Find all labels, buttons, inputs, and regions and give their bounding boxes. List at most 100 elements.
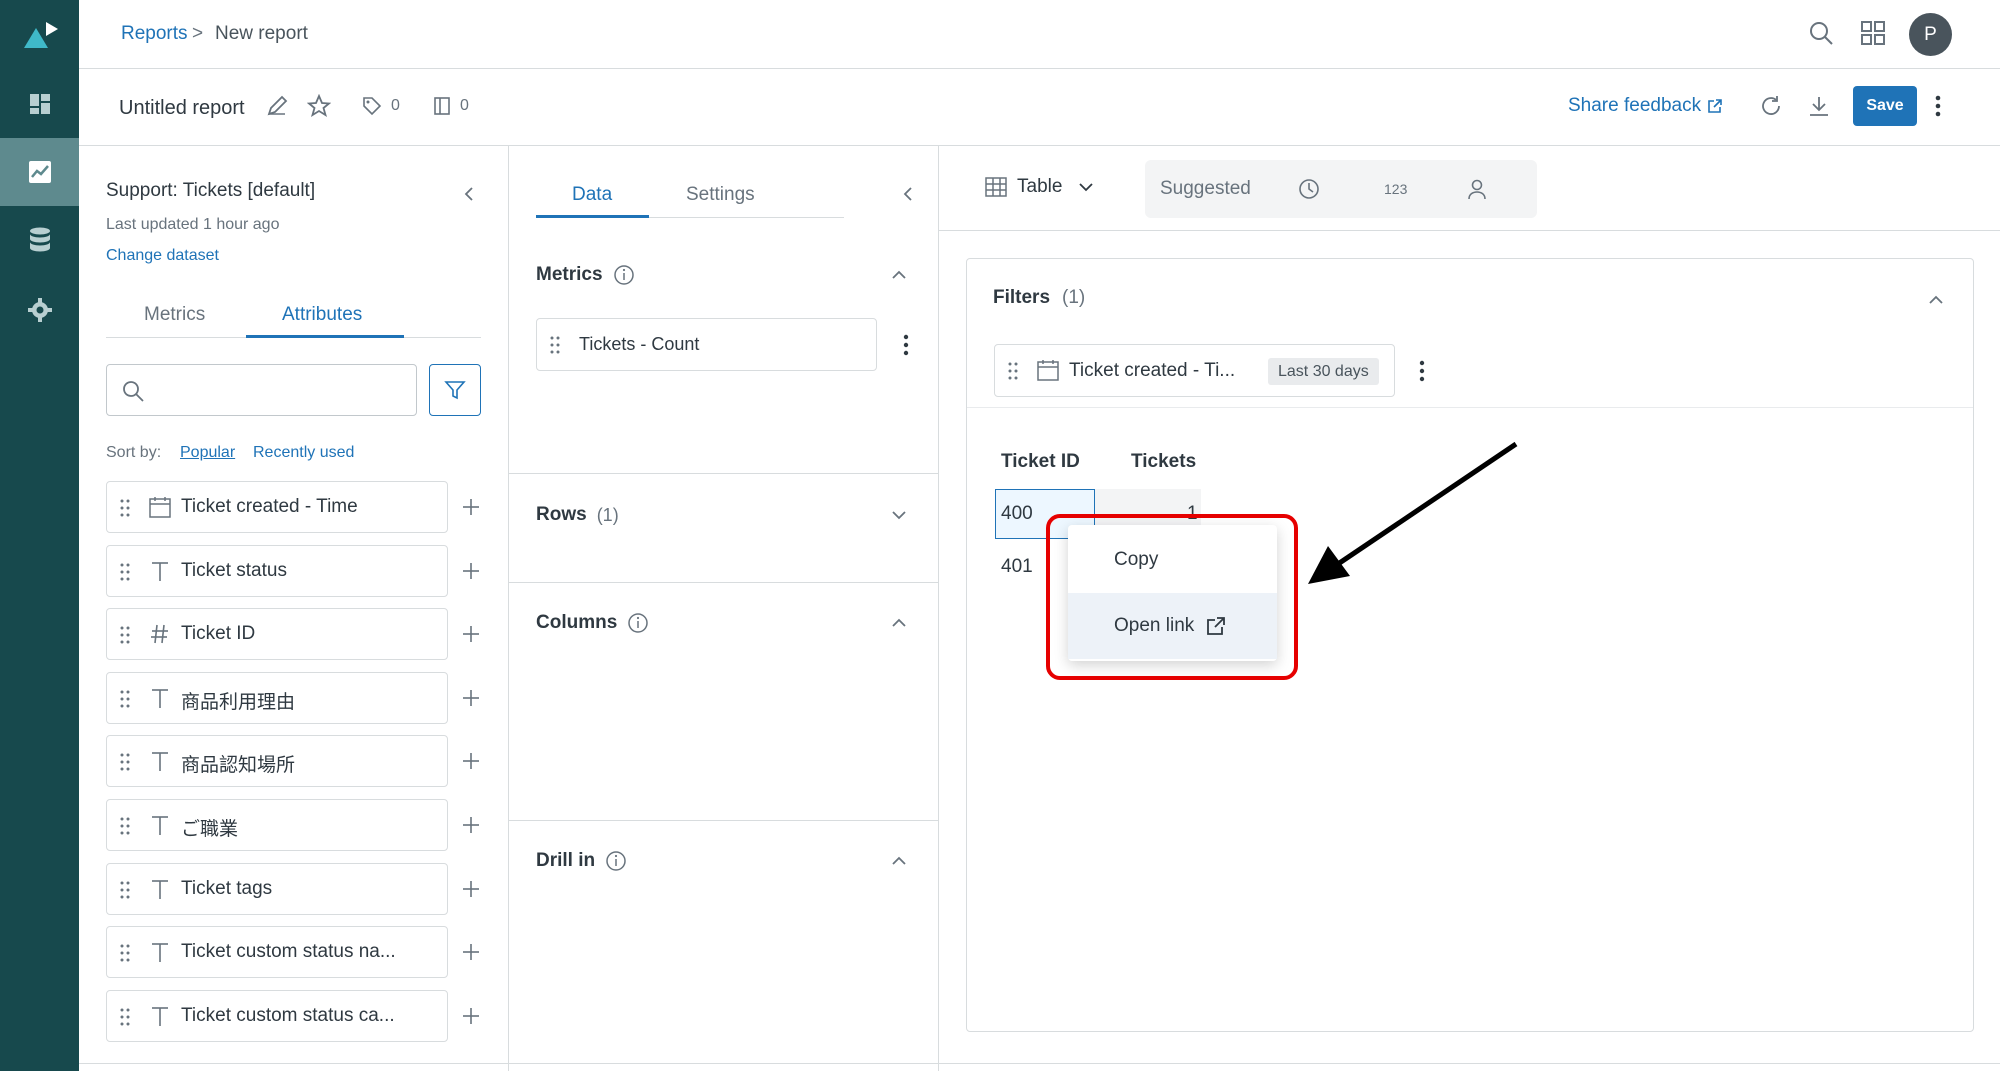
sort-popular-link[interactable]: Popular — [180, 444, 235, 462]
report-toolbar: Untitled report 0 0 Share feedback Save — [79, 69, 2000, 146]
section-divider — [509, 820, 939, 821]
sort-recent-link[interactable]: Recently used — [253, 444, 354, 462]
more-options-icon[interactable] — [1934, 94, 1942, 118]
visualization-type-dropdown[interactable]: Table — [985, 176, 1094, 198]
drag-handle-icon[interactable] — [119, 562, 131, 582]
product-logo-icon[interactable] — [22, 20, 58, 50]
search-icon[interactable] — [1807, 19, 1835, 47]
metric-more-icon[interactable] — [902, 334, 910, 356]
filters-section-title: Filters (1) — [993, 287, 1085, 309]
save-button[interactable]: Save — [1853, 86, 1917, 126]
tab-settings[interactable]: Settings — [686, 184, 755, 206]
chevron-up-icon[interactable] — [890, 616, 908, 630]
change-dataset-link[interactable]: Change dataset — [106, 247, 219, 265]
add-plus-icon[interactable] — [461, 688, 481, 708]
attribute-label: Ticket tags — [181, 877, 273, 899]
drag-handle-icon[interactable] — [119, 943, 131, 963]
clock-icon[interactable] — [1297, 177, 1321, 201]
add-plus-icon[interactable] — [461, 815, 481, 835]
attribute-item[interactable]: Ticket created - Time — [106, 481, 448, 533]
chevron-up-icon[interactable] — [890, 268, 908, 282]
user-avatar[interactable]: P — [1909, 13, 1952, 56]
filters-count: (1) — [1062, 287, 1086, 308]
metrics-title-text: Metrics — [536, 264, 603, 285]
drag-handle-icon[interactable] — [119, 752, 131, 772]
text-type-icon — [149, 878, 171, 900]
dashboard-nav-icon[interactable] — [0, 70, 79, 138]
sort-label: Sort by: — [106, 444, 162, 461]
attribute-item[interactable]: Ticket custom status ca... — [106, 989, 448, 1042]
sheet-icon[interactable] — [433, 96, 451, 116]
metric-pill[interactable]: Tickets - Count — [536, 318, 877, 371]
tab-attributes[interactable]: Attributes — [282, 304, 362, 326]
attribute-label: 商品利用理由 — [181, 691, 296, 713]
collapse-chevron-left-icon[interactable] — [901, 184, 915, 204]
filter-more-icon[interactable] — [1418, 360, 1426, 382]
filter-funnel-button[interactable] — [429, 364, 481, 416]
user-icon[interactable] — [1465, 177, 1489, 201]
add-plus-icon[interactable] — [461, 942, 481, 962]
dataset-tabs: Metrics Attributes — [106, 296, 481, 338]
tab-data[interactable]: Data — [572, 184, 612, 206]
column-header-tickets[interactable]: Tickets — [1131, 451, 1196, 473]
attribute-item[interactable]: 商品利用理由 — [106, 671, 448, 724]
external-link-icon — [1707, 98, 1723, 114]
attribute-item[interactable]: Ticket status — [106, 544, 448, 597]
add-plus-icon[interactable] — [461, 497, 481, 517]
datasets-nav-icon[interactable] — [0, 206, 79, 274]
add-plus-icon[interactable] — [461, 751, 481, 771]
column-header-ticket-id[interactable]: Ticket ID — [1001, 451, 1080, 473]
attribute-item[interactable]: ご職業 — [106, 799, 448, 851]
numeric-suggestion[interactable]: 123 — [1384, 181, 1407, 197]
hash-icon — [149, 623, 171, 645]
attribute-item[interactable]: Ticket tags — [106, 862, 448, 915]
attribute-label: Ticket status — [181, 559, 287, 581]
chevron-down-icon[interactable] — [890, 508, 908, 522]
dataset-name: Support: Tickets [default] — [106, 180, 316, 201]
download-icon[interactable] — [1807, 94, 1831, 118]
info-icon[interactable] — [627, 612, 649, 634]
share-feedback-label: Share feedback — [1568, 95, 1702, 116]
table-cell-ticket-id[interactable]: 401 — [1001, 556, 1033, 578]
add-plus-icon[interactable] — [461, 1006, 481, 1026]
drag-handle-icon[interactable] — [119, 689, 131, 709]
drag-handle-icon[interactable] — [549, 335, 561, 355]
drag-handle-icon[interactable] — [119, 880, 131, 900]
visualization-type-label: Table — [1017, 176, 1063, 197]
drag-handle-icon[interactable] — [1007, 361, 1019, 381]
share-feedback-link[interactable]: Share feedback — [1568, 95, 1723, 117]
drag-handle-icon[interactable] — [119, 1007, 131, 1027]
drag-handle-icon[interactable] — [119, 816, 131, 836]
star-icon[interactable] — [307, 94, 331, 118]
refresh-icon[interactable] — [1759, 94, 1783, 118]
drag-handle-icon[interactable] — [119, 625, 131, 645]
tab-active-indicator — [246, 335, 404, 338]
settings-gear-icon[interactable] — [0, 276, 79, 344]
info-icon[interactable] — [613, 264, 635, 286]
reports-nav-icon[interactable] — [0, 138, 79, 206]
add-plus-icon[interactable] — [461, 624, 481, 644]
tab-metrics[interactable]: Metrics — [144, 304, 205, 326]
add-plus-icon[interactable] — [461, 879, 481, 899]
attribute-item[interactable]: Ticket custom status na... — [106, 926, 448, 979]
filter-pill[interactable]: Ticket created - Ti... Last 30 days — [994, 344, 1395, 397]
attribute-item[interactable]: Ticket ID — [106, 608, 448, 661]
dataset-updated: Last updated 1 hour ago — [106, 216, 280, 233]
drag-handle-icon[interactable] — [119, 498, 131, 518]
breadcrumb-reports-link[interactable]: Reports — [121, 23, 188, 45]
attribute-label: Ticket custom status na... — [181, 941, 396, 963]
product-tray-icon[interactable] — [1859, 19, 1887, 47]
info-icon[interactable] — [605, 850, 627, 872]
nav-rail — [0, 0, 79, 1071]
report-title[interactable]: Untitled report — [119, 97, 245, 120]
attribute-label: Ticket created - Time — [181, 496, 358, 517]
tag-icon[interactable] — [362, 96, 382, 116]
chevron-up-icon[interactable] — [890, 854, 908, 868]
add-plus-icon[interactable] — [461, 561, 481, 581]
edit-pencil-icon[interactable] — [265, 94, 289, 118]
chevron-up-icon[interactable] — [1927, 293, 1945, 307]
table-cell-ticket-id[interactable]: 400 — [1001, 503, 1033, 525]
collapse-chevron-left-icon[interactable] — [462, 184, 476, 204]
attribute-search-input[interactable] — [106, 364, 417, 416]
attribute-item[interactable]: 商品認知場所 — [106, 735, 448, 788]
